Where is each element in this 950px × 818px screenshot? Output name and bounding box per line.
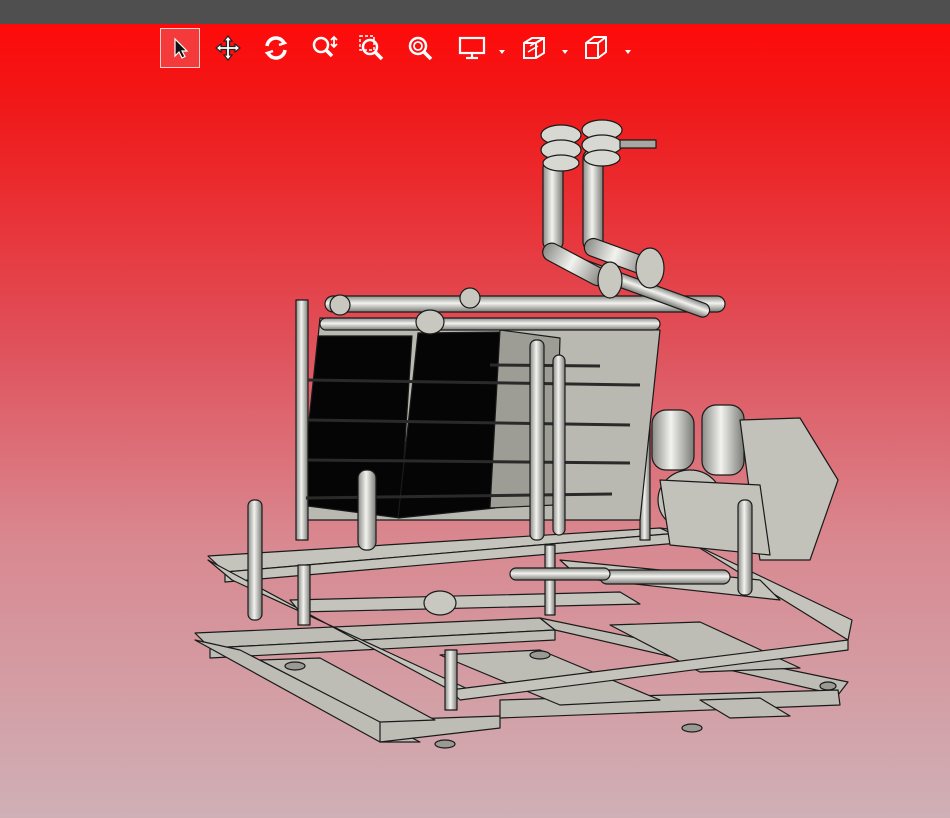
- standard-views-button[interactable]: [576, 28, 616, 68]
- window-title-bar: [0, 0, 950, 24]
- zoom-window-button[interactable]: [352, 28, 392, 68]
- select-tool-button[interactable]: [160, 28, 200, 68]
- display-mode-dropdown[interactable]: [497, 42, 507, 54]
- chevron-down-icon: [562, 50, 568, 54]
- zoom-fit-icon: [408, 36, 433, 61]
- section-view-button[interactable]: [514, 28, 554, 68]
- monitor-icon: [458, 36, 486, 60]
- rotate-icon: [264, 36, 288, 60]
- section-cube-icon: [523, 37, 545, 59]
- cursor-arrow-icon: [174, 37, 189, 59]
- plate-heat-exchanger-skid-model[interactable]: [0, 24, 950, 818]
- standard-views-dropdown[interactable]: [623, 42, 633, 54]
- move-arrows-icon: [215, 35, 241, 61]
- lower-base-frame: [194, 617, 849, 743]
- zoom-tool-button[interactable]: [304, 28, 344, 68]
- zoom-fit-button[interactable]: [400, 28, 440, 68]
- pan-tool-button[interactable]: [208, 28, 248, 68]
- display-mode-button[interactable]: [452, 28, 492, 68]
- chevron-down-icon: [625, 50, 631, 54]
- cube-icon: [585, 36, 607, 59]
- zoom-window-icon: [359, 35, 384, 61]
- rotate-tool-button[interactable]: [256, 28, 296, 68]
- view-toolbar: [160, 28, 640, 68]
- zoom-updown-icon: [312, 35, 338, 58]
- section-view-dropdown[interactable]: [560, 42, 570, 54]
- plate-pack-dark-left: [299, 335, 413, 519]
- top-valves: [540, 119, 657, 172]
- chevron-down-icon: [499, 50, 505, 54]
